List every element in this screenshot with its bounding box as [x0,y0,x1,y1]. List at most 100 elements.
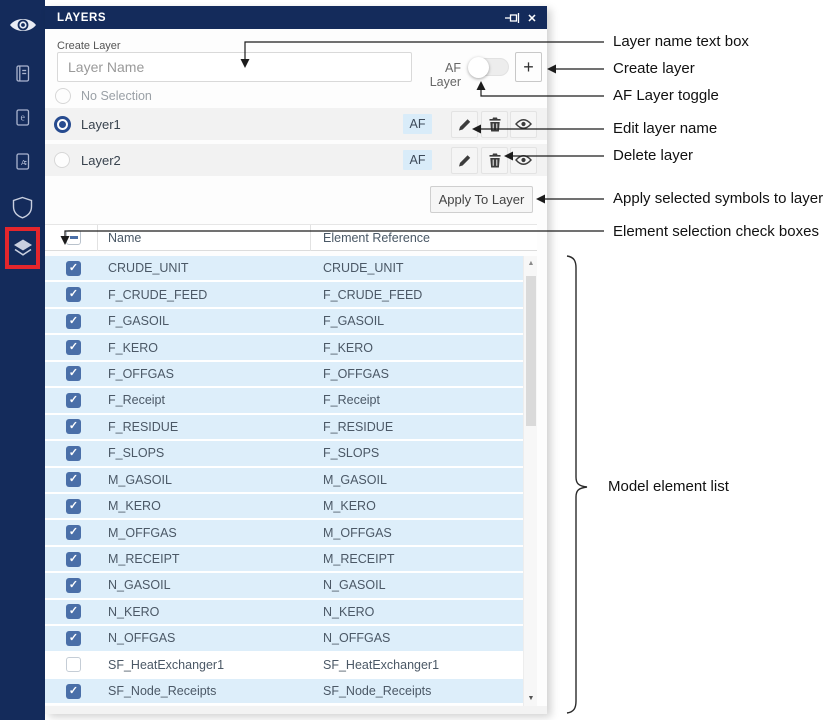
layer-row-layer2[interactable]: Layer2 AF [45,144,547,176]
row-checkbox[interactable]: ✓ [66,340,81,356]
delete-layer-button[interactable] [481,110,508,138]
edit-layer-button[interactable] [451,110,478,138]
table-row[interactable]: SF_HeatExchanger1 SF_HeatExchanger1 [45,652,523,679]
row-checkbox[interactable]: ✓ [66,525,81,541]
row-element-reference: F_GASOIL [323,314,385,329]
row-element-reference: M_OFFGAS [323,525,392,540]
table-row[interactable]: ✓ N_GASOIL N_GASOIL [45,573,523,600]
row-checkbox[interactable]: ✓ [66,287,81,303]
row-element-reference: F_SLOPS [323,446,380,461]
row-name: F_CRUDE_FEED [108,287,208,302]
row-name: F_KERO [108,340,159,355]
table-row[interactable]: ✓ SF_Node_Receipts SF_Node_Receipts [45,679,523,706]
row-checkbox[interactable]: ✓ [66,445,81,461]
layers-panel: LAYERS ✕ Create Layer AF Layer + No Sele… [45,6,547,714]
table-row[interactable]: ✓ N_KERO N_KERO [45,599,523,627]
row-checkbox[interactable] [66,657,81,673]
element-table-header: Name Element Reference [45,224,537,251]
no-selection-option[interactable]: No Selection [55,88,152,104]
delete-layer-button[interactable] [481,146,508,174]
row-name: CRUDE_UNIT [108,261,189,276]
row-checkbox[interactable]: ✓ [66,313,81,329]
row-element-reference: N_GASOIL [323,578,386,593]
layer-row-layer1[interactable]: Layer1 AF [45,108,547,140]
row-name: F_SLOPS [108,446,165,461]
table-row[interactable]: ✓ M_OFFGAS M_OFFGAS [45,520,523,547]
table-row[interactable]: ✓ N_OFFGAS N_OFFGAS [45,626,523,653]
table-row[interactable]: ✓ F_SLOPS F_SLOPS [45,441,523,468]
table-row[interactable]: ✓ F_Receipt F_Receipt [45,388,523,415]
close-icon[interactable]: ✕ [524,10,540,26]
table-row[interactable]: ✓ M_GASOIL M_GASOIL [45,467,523,494]
row-name: N_GASOIL [108,578,171,593]
table-row[interactable]: ✓ F_RESIDUE F_RESIDUE [45,414,523,442]
row-name: F_RESIDUE [108,419,179,434]
row-checkbox[interactable]: ✓ [66,683,81,699]
row-name: F_OFFGAS [108,366,174,381]
layer1-radio[interactable] [54,115,71,133]
create-layer-button[interactable]: + [515,52,542,82]
annotation-apply-selected-symbols: Apply selected symbols to layer [613,190,824,207]
row-checkbox[interactable]: ✓ [66,630,81,646]
layer-name-input[interactable] [57,52,412,82]
scroll-up-icon[interactable]: ▲ [524,260,538,267]
edit-layer-button[interactable] [451,146,478,174]
row-checkbox[interactable]: ✓ [66,366,81,382]
column-header-name[interactable]: Name [108,231,141,245]
table-row[interactable]: ✓ F_OFFGAS F_OFFGAS [45,361,523,389]
row-checkbox[interactable]: ✓ [66,551,81,567]
row-element-reference: F_CRUDE_FEED [323,287,423,302]
column-header-element-reference[interactable]: Element Reference [323,231,430,245]
af-badge: AF [403,114,432,134]
row-element-reference: F_RESIDUE [323,419,394,434]
select-all-checkbox[interactable] [66,230,81,245]
highlight-box-layers [5,227,40,269]
panel-title: LAYERS [57,11,107,24]
row-name: M_OFFGAS [108,525,177,540]
row-checkbox[interactable]: ✓ [66,498,81,514]
table-row[interactable]: ✓ F_CRUDE_FEED F_CRUDE_FEED [45,282,523,309]
table-row[interactable]: ✓ M_RECEIPT M_RECEIPT [45,546,523,574]
panel-bottom-strip [45,706,547,714]
annotation-element-selection-checkboxes: Element selection check boxes [613,223,819,240]
table-row[interactable]: ✓ F_KERO F_KERO [45,335,523,362]
af-layer-toggle[interactable] [468,57,509,78]
af-layer-label: AF Layer [429,61,461,89]
row-name: SF_HeatExchanger1 [108,657,225,672]
brace-model-element-list [566,255,588,714]
pin-icon[interactable] [505,10,521,26]
row-name: M_GASOIL [108,472,172,487]
annotation-edit-layer-name: Edit layer name [613,120,718,137]
scroll-down-icon[interactable]: ▼ [524,695,538,702]
no-selection-radio[interactable] [55,88,71,104]
apply-to-layer-button[interactable]: Apply To Layer [430,186,533,213]
table-row[interactable]: ✓ CRUDE_UNIT CRUDE_UNIT [45,256,523,283]
annotation-af-layer-toggle: AF Layer toggle [613,87,719,104]
annotation-create-layer: Create layer [613,60,695,77]
row-checkbox[interactable]: ✓ [66,260,81,276]
svg-text:e: e [20,113,25,124]
row-name: SF_Node_Receipts [108,684,217,699]
row-name: N_KERO [108,604,160,619]
details-icon[interactable]: A [0,152,45,171]
svg-text:A: A [21,158,26,167]
screenshot-root: e A LAYERS ✕ Create Layer Layer Name AF … [0,0,838,720]
events-icon[interactable]: e [0,108,45,127]
annotation-layer-name-text-box: Layer name text box [613,33,749,50]
layer2-radio[interactable] [54,152,70,168]
table-row[interactable]: ✓ M_KERO M_KERO [45,493,523,521]
row-checkbox[interactable]: ✓ [66,419,81,435]
journal-icon[interactable] [0,64,45,83]
row-checkbox[interactable]: ✓ [66,392,81,408]
layer-visibility-button[interactable] [510,146,537,174]
row-checkbox[interactable]: ✓ [66,604,81,620]
layer-name: Layer2 [81,152,121,168]
table-row[interactable]: ✓ F_GASOIL F_GASOIL [45,308,523,336]
layer-visibility-button[interactable] [510,110,537,138]
row-checkbox[interactable]: ✓ [66,577,81,593]
row-checkbox[interactable]: ✓ [66,472,81,488]
table-scrollbar[interactable]: ▲ ▼ [523,256,537,706]
row-element-reference: F_KERO [323,340,374,355]
scrollbar-thumb[interactable] [526,276,536,426]
shield-icon[interactable] [0,196,45,219]
